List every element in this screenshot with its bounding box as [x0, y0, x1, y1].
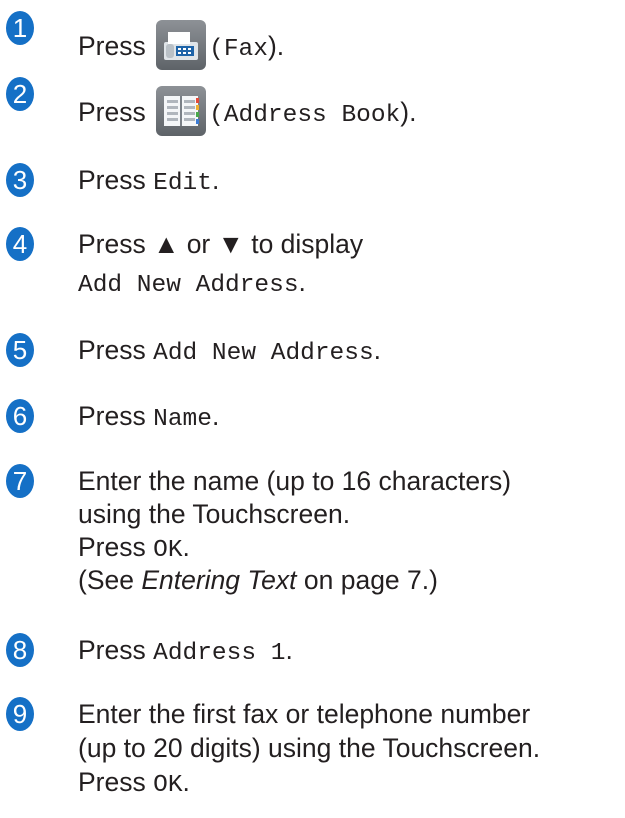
step-3-text: Press Edit. [78, 165, 220, 197]
step-number: 2 [6, 77, 34, 111]
ok-button-label: OK [153, 537, 183, 564]
step-8-text: Press Address 1. [78, 635, 293, 667]
step-9-line-2: (up to 20 digits) using the Touchscreen. [78, 733, 541, 763]
step-4-line-1: Press ▲ or ▼ to display [78, 229, 364, 259]
press-label: Press [78, 532, 146, 562]
step-2-text: Press (Address Book). [78, 86, 416, 139]
press-label: Press [78, 335, 146, 365]
press-label: Press [78, 97, 146, 127]
address-book-icon[interactable] [156, 86, 207, 136]
step-number: 7 [6, 464, 34, 498]
address-book-button-label: Address Book [223, 102, 401, 129]
entering-text-reference: Entering Text [141, 565, 297, 595]
step-5-text: Press Add New Address. [78, 335, 382, 367]
press-label: Press [78, 165, 146, 195]
step-number: 6 [6, 399, 34, 433]
step-1-text: Press (Fax). [78, 20, 284, 73]
step-number: 9 [6, 697, 34, 731]
press-label: Press [78, 767, 146, 797]
press-label: Press [78, 635, 146, 665]
step-7-line-3: Press OK. [78, 532, 190, 564]
press-label: Press [78, 401, 146, 431]
step-7-line-2: using the Touchscreen. [78, 499, 351, 529]
fax-button-label: Fax [223, 36, 268, 63]
step-4-line-2: Add New Address. [78, 267, 306, 299]
step-7-line-1: Enter the name (up to 16 characters) [78, 466, 512, 496]
step-number: 3 [6, 163, 34, 197]
step-number: 5 [6, 333, 34, 367]
address-1-button-label: Address 1 [153, 640, 286, 667]
step-9-line-1: Enter the first fax or telephone number [78, 699, 531, 729]
add-new-address-button-label: Add New Address [153, 340, 374, 367]
add-new-address-label: Add New Address [78, 272, 299, 299]
step-number: 4 [6, 227, 34, 261]
step-7-line-4: (See Entering Text on page 7.) [78, 565, 438, 595]
edit-button-label: Edit [153, 170, 212, 197]
step-9-line-3: Press OK. [78, 767, 190, 799]
name-button-label: Name [153, 406, 212, 433]
ok-button-label: OK [153, 772, 183, 799]
fax-icon[interactable] [156, 20, 207, 70]
press-label: Press [78, 31, 146, 61]
step-number: 8 [6, 633, 34, 667]
step-6-text: Press Name. [78, 401, 220, 433]
step-number: 1 [6, 11, 34, 45]
